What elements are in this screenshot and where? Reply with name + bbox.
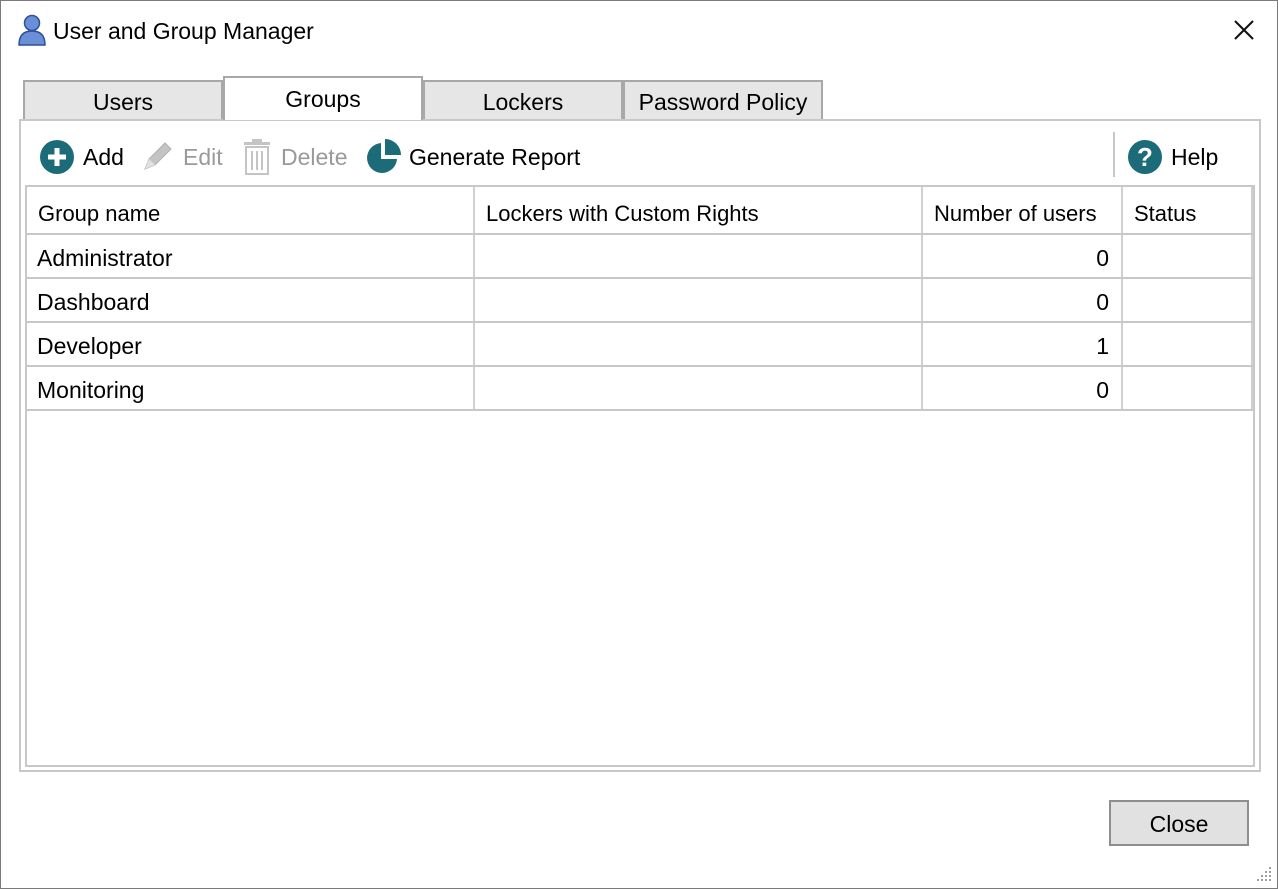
delete-button[interactable]: Delete — [241, 139, 347, 175]
tab-groups[interactable]: Groups — [223, 76, 423, 120]
lockers-cell — [485, 367, 915, 411]
close-button[interactable]: Close — [1109, 800, 1249, 846]
group-name-cell: Administrator — [37, 245, 173, 271]
group-name-cell: Dashboard — [37, 289, 150, 315]
edit-label: Edit — [183, 143, 223, 170]
delete-label: Delete — [281, 143, 348, 170]
help-button[interactable]: ? Help — [1127, 139, 1218, 175]
group-name-cell: Monitoring — [37, 377, 145, 403]
tab-lockers[interactable]: Lockers — [423, 80, 623, 119]
add-label: Add — [83, 143, 124, 170]
title-bar: User and Group Manager — [1, 1, 1277, 61]
help-label: Help — [1171, 143, 1219, 170]
plus-circle-icon — [40, 140, 74, 174]
window-title: User and Group Manager — [53, 18, 314, 44]
column-divider — [1251, 187, 1253, 410]
column-header-group-name[interactable]: Group name — [27, 188, 473, 234]
generate-report-button[interactable]: Generate Report — [365, 139, 580, 175]
group-name-cell: Developer — [37, 333, 142, 359]
trash-icon — [244, 139, 270, 175]
generate-report-label: Generate Report — [409, 143, 581, 170]
toolbar-separator — [1113, 132, 1115, 177]
users-count-cell: 0 — [1096, 245, 1109, 271]
help-icon: ? — [1128, 140, 1162, 174]
resize-grip-icon[interactable] — [1251, 861, 1275, 885]
pie-chart-icon — [367, 139, 401, 173]
users-count-cell: 1 — [1096, 333, 1109, 359]
dialog-window: User and Group Manager Users Groups Lock… — [0, 0, 1278, 889]
svg-text:?: ? — [1137, 142, 1153, 172]
column-header-status[interactable]: Status — [1123, 188, 1251, 234]
users-count-cell: 0 — [1096, 377, 1109, 403]
status-cell — [1133, 235, 1249, 279]
lockers-cell — [485, 235, 915, 279]
close-icon[interactable] — [1227, 13, 1261, 47]
user-icon — [18, 14, 46, 46]
pencil-icon — [144, 142, 172, 170]
column-divider[interactable] — [1121, 187, 1123, 410]
column-header-number-of-users[interactable]: Number of users — [923, 188, 1121, 234]
add-button[interactable]: Add — [39, 139, 124, 175]
tab-password-policy[interactable]: Password Policy — [623, 80, 823, 119]
column-header-lockers[interactable]: Lockers with Custom Rights — [475, 188, 921, 234]
lockers-cell — [485, 323, 915, 367]
edit-button[interactable]: Edit — [141, 139, 223, 175]
status-cell — [1133, 367, 1249, 411]
tab-users[interactable]: Users — [23, 80, 223, 119]
users-count-cell: 0 — [1096, 289, 1109, 315]
column-divider[interactable] — [473, 187, 475, 410]
status-cell — [1133, 279, 1249, 323]
lockers-cell — [485, 279, 915, 323]
status-cell — [1133, 323, 1249, 367]
